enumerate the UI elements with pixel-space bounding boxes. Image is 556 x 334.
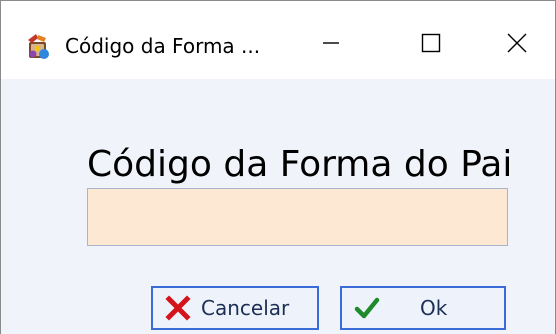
ok-button[interactable]: Ok [340,286,506,330]
x-icon [165,295,191,321]
cancel-button[interactable]: Cancelar [151,286,319,330]
field-label: Código da Forma do Pai [87,144,513,185]
minimize-button[interactable] [291,15,371,75]
dialog-window: Código da Forma ... Código da Forma do P… [0,0,556,334]
app-icon [24,32,52,62]
checkmark-icon [354,295,380,321]
dialog-body: Código da Forma do Pai Cancelar Ok [1,79,555,334]
title-bar[interactable]: Código da Forma ... [1,1,555,79]
window-title: Código da Forma ... [65,34,261,58]
codigo-forma-pai-input[interactable] [87,188,508,246]
minimize-icon [321,33,341,57]
ok-button-label: Ok [420,296,448,320]
close-icon [506,32,528,58]
cancel-button-label: Cancelar [201,296,290,320]
maximize-button[interactable] [391,15,471,75]
close-button[interactable] [477,15,555,75]
maximize-icon [421,33,441,57]
